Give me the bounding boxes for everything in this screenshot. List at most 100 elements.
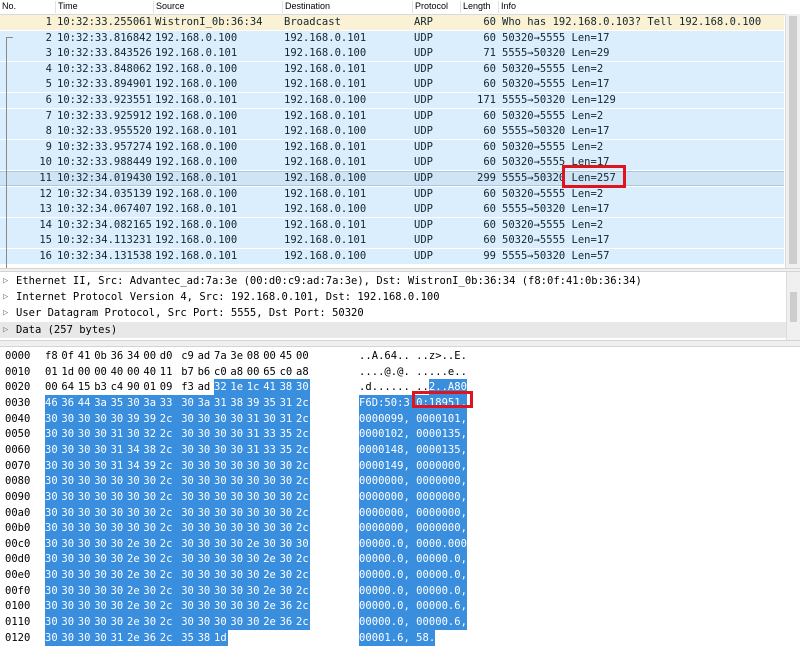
hex-byte[interactable]: c4 [111, 379, 125, 395]
ascii-char[interactable]: . [461, 364, 467, 380]
hex-byte[interactable]: 30 [197, 457, 214, 474]
hex-byte[interactable]: 30 [143, 582, 160, 599]
hex-byte[interactable]: 30 [181, 614, 198, 631]
hex-byte[interactable]: 30 [94, 488, 111, 505]
hex-byte[interactable]: 30 [279, 473, 296, 490]
hex-byte[interactable]: 30 [246, 598, 264, 615]
hex-byte[interactable]: 30 [230, 488, 247, 505]
hex-byte[interactable]: 38 [279, 379, 296, 396]
hex-byte[interactable]: b3 [94, 379, 108, 395]
hex-byte[interactable]: 0f [61, 348, 75, 364]
hex-byte[interactable]: 30 [94, 457, 111, 474]
hex-byte[interactable]: 31 [279, 410, 296, 427]
hex-byte[interactable]: 30 [214, 410, 231, 427]
hex-byte[interactable]: 30 [110, 488, 127, 505]
hex-byte[interactable]: 2c [159, 410, 182, 427]
ascii-char[interactable]: 0 [460, 535, 467, 552]
hex-byte[interactable]: 40 [111, 364, 125, 380]
hex-byte[interactable]: 2e [246, 535, 264, 552]
hex-byte[interactable]: 2e [263, 567, 280, 584]
hex-byte[interactable]: 30 [214, 504, 231, 521]
hex-byte[interactable]: 30 [143, 535, 160, 552]
hex-byte[interactable]: 30 [246, 520, 264, 537]
hex-byte[interactable]: c0 [280, 364, 294, 380]
hex-byte[interactable]: 30 [246, 551, 264, 568]
hex-byte[interactable]: 31 [110, 629, 127, 646]
packet-row[interactable]: 13 10:32:34.067407 192.168.0.101 192.168.0.… [0, 202, 784, 218]
hex-byte[interactable]: 2c [296, 457, 310, 474]
hex-byte[interactable]: 30 [214, 473, 231, 490]
hex-byte[interactable]: 30 [181, 441, 198, 458]
hex-byte[interactable]: 30 [143, 551, 160, 568]
hex-byte[interactable]: 30 [77, 426, 95, 443]
hex-byte[interactable]: 30 [77, 410, 95, 427]
hex-byte[interactable]: 30 [246, 473, 264, 490]
hex-byte[interactable]: 30 [230, 504, 247, 521]
hex-byte[interactable]: 39 [143, 457, 160, 474]
packet-row[interactable]: 5 10:32:33.894901 192.168.0.100 192.168.0.1… [0, 77, 784, 93]
hex-byte[interactable]: 38 [143, 441, 160, 458]
hex-byte[interactable]: 30 [94, 410, 111, 427]
hex-byte[interactable]: 30 [143, 520, 160, 537]
hex-byte[interactable]: 30 [279, 504, 296, 521]
hex-byte[interactable]: 2e [127, 598, 144, 615]
ascii-char[interactable]: , [460, 614, 467, 631]
ascii-char[interactable]: , [460, 598, 467, 615]
hex-byte[interactable]: 01 [143, 379, 157, 395]
hex-byte[interactable]: 2c [159, 567, 182, 584]
hex-byte[interactable]: 30 [181, 567, 198, 584]
hex-byte[interactable]: 1d [61, 364, 75, 380]
hex-byte[interactable]: 30 [127, 504, 144, 521]
hex-byte[interactable]: 2c [159, 520, 182, 537]
hex-byte[interactable]: 30 [77, 473, 95, 490]
hex-byte[interactable]: 2c [296, 426, 310, 443]
column-header-time[interactable]: Time [56, 1, 154, 13]
hex-byte[interactable]: 08 [247, 348, 261, 364]
hex-byte[interactable]: 30 [197, 582, 214, 599]
ascii-char[interactable]: . [428, 629, 436, 646]
hex-byte[interactable]: 30 [94, 473, 111, 490]
hex-byte[interactable]: 33 [159, 394, 182, 411]
hex-byte[interactable]: 2c [159, 582, 182, 599]
hex-byte[interactable]: 00 [143, 348, 157, 364]
ascii-char[interactable]: , [460, 394, 467, 411]
hex-byte[interactable]: 35 [279, 426, 296, 443]
hex-byte[interactable]: 00 [78, 364, 92, 380]
hex-byte[interactable]: 30 [61, 598, 78, 615]
hex-byte[interactable]: 2e [127, 629, 144, 646]
hex-byte[interactable]: 32 [143, 426, 160, 443]
hex-byte[interactable]: 32 [214, 379, 231, 396]
hex-byte[interactable]: 30 [45, 426, 62, 443]
hex-byte[interactable]: 30 [61, 535, 78, 552]
hex-byte[interactable]: 2c [296, 504, 310, 521]
hex-byte[interactable]: 30 [45, 410, 62, 427]
packet-details-pane[interactable]: ▷ Ethernet II, Src: Advantec_ad:7a:3e (00… [0, 272, 786, 340]
hex-byte[interactable]: 30 [77, 441, 95, 458]
hex-byte[interactable]: 30 [61, 441, 78, 458]
packet-list-pane[interactable]: No. Time Source Destination Protocol Len… [0, 0, 800, 268]
hex-byte[interactable]: 30 [110, 598, 127, 615]
hex-byte[interactable]: 2c [296, 567, 310, 584]
hex-byte[interactable]: 30 [181, 394, 198, 411]
hex-byte[interactable]: 2c [296, 598, 310, 615]
hex-byte[interactable]: 30 [77, 567, 95, 584]
hex-byte[interactable]: 31 [110, 457, 127, 474]
hex-byte[interactable]: 31 [279, 394, 296, 411]
hex-byte[interactable]: 30 [197, 410, 214, 427]
hex-byte[interactable]: 30 [197, 567, 214, 584]
hex-byte[interactable]: 30 [127, 394, 144, 411]
hex-byte[interactable]: 2c [296, 520, 310, 537]
expand-arrow-icon[interactable]: ▷ [3, 322, 8, 338]
hex-byte[interactable]: 1c [246, 379, 264, 396]
hex-byte[interactable]: 30 [77, 504, 95, 521]
hex-byte[interactable]: 30 [263, 520, 280, 537]
hex-byte[interactable]: 30 [214, 582, 231, 599]
hex-byte[interactable]: 36 [61, 394, 78, 411]
hex-byte[interactable]: 00 [296, 348, 310, 364]
ascii-char[interactable]: , [460, 441, 467, 458]
hex-byte[interactable]: 30 [94, 535, 111, 552]
hex-byte[interactable]: 34 [127, 457, 144, 474]
hex-byte[interactable]: 38 [230, 394, 247, 411]
packet-row[interactable]: 10 10:32:33.988449 192.168.0.100 192.168.0.… [0, 155, 784, 171]
hex-byte[interactable]: 30 [279, 551, 296, 568]
